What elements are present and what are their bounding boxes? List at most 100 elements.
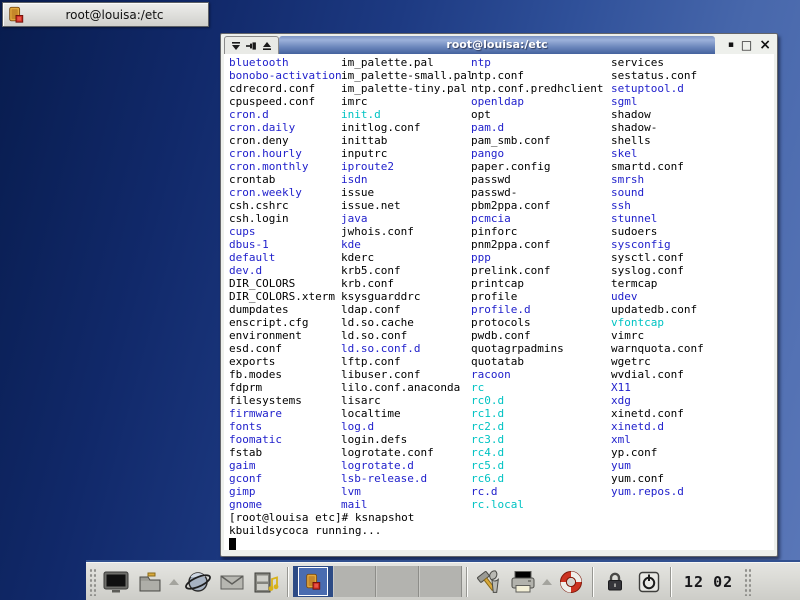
file-entry: profile xyxy=(471,290,603,303)
taskbar-window-button-label: root@louisa:/etc xyxy=(25,8,204,22)
file-entry: xml xyxy=(611,433,704,446)
file-entry: DIR_COLORS xyxy=(229,277,342,290)
konsole-icon xyxy=(7,6,25,24)
file-entry: mail xyxy=(341,498,473,511)
file-entry: environment xyxy=(229,329,342,342)
home-folder-launcher[interactable] xyxy=(135,567,165,597)
shade-eject-icon[interactable] xyxy=(262,41,272,51)
life-ring-icon xyxy=(556,567,586,597)
logout-launcher[interactable] xyxy=(634,567,664,597)
taskbar-window-button[interactable]: root@louisa:/etc xyxy=(2,2,209,27)
file-entry: csh.cshrc xyxy=(229,199,342,212)
file-entry: csh.login xyxy=(229,212,342,225)
file-entry: dbus-1 xyxy=(229,238,342,251)
file-entry: warnquota.conf xyxy=(611,342,704,355)
mail-icon xyxy=(218,568,246,596)
utilities-launcher[interactable] xyxy=(474,567,504,597)
terminal-launcher[interactable] xyxy=(101,567,131,597)
file-entry: opt xyxy=(471,108,603,121)
file-entry: sudoers xyxy=(611,225,704,238)
file-entry: lftp.conf xyxy=(341,355,473,368)
file-entry: fdprm xyxy=(229,381,342,394)
file-entry: smrsh xyxy=(611,173,704,186)
scroll-down-icon[interactable] xyxy=(231,41,241,51)
file-entry: smartd.conf xyxy=(611,160,704,173)
file-entry: logrotate.d xyxy=(341,459,473,472)
file-entry: default xyxy=(229,251,342,264)
pin-icon[interactable] xyxy=(246,41,257,51)
multimedia-launcher[interactable] xyxy=(251,567,281,597)
file-entry: firmware xyxy=(229,407,342,420)
folder-popup-arrow-icon[interactable] xyxy=(169,579,179,585)
file-entry: passwd xyxy=(471,173,603,186)
file-entry: openldap xyxy=(471,95,603,108)
file-entry: rc1.d xyxy=(471,407,603,420)
file-entry: ld.so.conf xyxy=(341,329,473,342)
file-entry: rc4.d xyxy=(471,446,603,459)
file-entry: crontab xyxy=(229,173,342,186)
file-entry: pnm2ppa.conf xyxy=(471,238,603,251)
close-button[interactable]: × xyxy=(759,36,771,54)
lock-launcher[interactable] xyxy=(600,567,630,597)
file-entry: dumpdates xyxy=(229,303,342,316)
panel-handle-right[interactable] xyxy=(744,568,751,596)
file-entry: lilo.conf.anaconda xyxy=(341,381,473,394)
tools-icon xyxy=(474,567,504,597)
file-entry: ppp xyxy=(471,251,603,264)
file-entry: java xyxy=(341,212,473,225)
panel-clock[interactable]: 12 02 xyxy=(684,573,733,591)
file-entry: lvm xyxy=(341,485,473,498)
minimize-button[interactable]: ▪ xyxy=(728,36,734,54)
web-browser-launcher[interactable] xyxy=(183,567,213,597)
terminal-window: root@louisa:/etc ▪ □ × bluetoothbonobo-a… xyxy=(220,33,778,557)
file-entry: gconf xyxy=(229,472,342,485)
file-entry: logrotate.conf xyxy=(341,446,473,459)
file-entry: sysconfig xyxy=(611,238,704,251)
file-entry: setuptool.d xyxy=(611,82,704,95)
file-entry: rc0.d xyxy=(471,394,603,407)
window-titlebar[interactable]: root@louisa:/etc ▪ □ × xyxy=(224,36,774,54)
printer-popup-arrow-icon[interactable] xyxy=(542,579,552,585)
file-entry: log.d xyxy=(341,420,473,433)
window-title: root@louisa:/etc xyxy=(279,36,715,54)
help-launcher[interactable] xyxy=(556,567,586,597)
konsole-icon xyxy=(304,573,322,591)
file-entry: ldap.conf xyxy=(341,303,473,316)
clock-minute: 02 xyxy=(713,573,733,591)
file-entry: lsb-release.d xyxy=(341,472,473,485)
terminal-output[interactable]: bluetoothbonobo-activationcdrecord.confc… xyxy=(224,54,774,550)
file-entry: krb.conf xyxy=(341,277,473,290)
mail-launcher[interactable] xyxy=(217,567,247,597)
file-entry: ld.so.conf.d xyxy=(341,342,473,355)
file-entry: pinforc xyxy=(471,225,603,238)
panel-handle-left[interactable] xyxy=(89,568,96,596)
file-entry: gimp xyxy=(229,485,342,498)
file-entry: yum xyxy=(611,459,704,472)
file-entry: iproute2 xyxy=(341,160,473,173)
empty-task-slot xyxy=(333,566,376,597)
file-entry: imrc xyxy=(341,95,473,108)
file-entry: ssh xyxy=(611,199,704,212)
file-list-column-4: servicessestatus.confsetuptool.dsgmlshad… xyxy=(611,56,704,498)
file-entry: xinetd.d xyxy=(611,420,704,433)
printer-launcher[interactable] xyxy=(508,567,538,597)
globe-icon xyxy=(183,567,213,597)
file-entry: cron.d xyxy=(229,108,342,121)
file-entry: ld.so.cache xyxy=(341,316,473,329)
file-entry: prelink.conf xyxy=(471,264,603,277)
shell-prompt-line: [root@louisa etc]# ksnapshot xyxy=(229,511,414,524)
active-task-button[interactable] xyxy=(293,566,333,597)
file-entry: rc6.d xyxy=(471,472,603,485)
file-entry: rc3.d xyxy=(471,433,603,446)
file-entry: sound xyxy=(611,186,704,199)
file-entry: quotatab xyxy=(471,355,603,368)
panel-separator xyxy=(592,567,594,597)
file-entry: cron.daily xyxy=(229,121,342,134)
maximize-button[interactable]: □ xyxy=(741,36,752,54)
file-entry: im_palette-tiny.pal xyxy=(341,82,473,95)
file-entry: termcap xyxy=(611,277,704,290)
file-entry: shells xyxy=(611,134,704,147)
file-entry: inputrc xyxy=(341,147,473,160)
file-entry: fonts xyxy=(229,420,342,433)
file-entry: shadow xyxy=(611,108,704,121)
